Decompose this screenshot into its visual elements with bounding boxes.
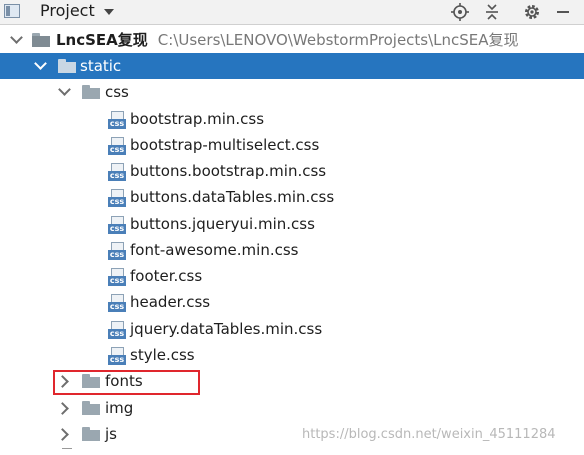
folder-name-img: img — [105, 399, 134, 417]
css-file-icon: css — [108, 347, 126, 365]
project-view-icon — [4, 4, 20, 18]
root-folder-name: LncSEA复现 — [56, 31, 148, 49]
css-file-icon: css — [108, 242, 126, 260]
tree-row-file[interactable]: css buttons.jqueryui.min.css — [0, 211, 584, 237]
chevron-down-icon[interactable] — [9, 27, 23, 53]
tree-row-file[interactable]: css buttons.dataTables.min.css — [0, 184, 584, 210]
css-file-icon: css — [108, 294, 126, 312]
file-name: buttons.bootstrap.min.css — [130, 162, 327, 180]
tree-row-file[interactable]: css bootstrap.min.css — [0, 106, 584, 132]
tree-row-root[interactable]: LncSEA复现 C:\Users\LENOVO\WebstormProjects… — [0, 27, 584, 53]
folder-name-css: css — [105, 83, 129, 101]
tree-row-file[interactable]: css buttons.bootstrap.min.css — [0, 158, 584, 184]
chevron-right-icon[interactable] — [57, 395, 71, 421]
tool-window-title[interactable]: Project — [40, 1, 95, 20]
tree-row-css[interactable]: css — [0, 79, 584, 105]
folder-name-js: js — [105, 425, 117, 443]
project-toolbar: Project — [0, 0, 584, 25]
dropdown-arrow-icon[interactable] — [101, 4, 117, 20]
css-file-icon: css — [108, 268, 126, 286]
tree-row-file[interactable]: css footer.css — [0, 263, 584, 289]
folder-icon — [82, 85, 100, 99]
tree-row-static[interactable]: static — [0, 53, 584, 79]
file-name: font-awesome.min.css — [130, 241, 299, 259]
tree-row-file[interactable]: css header.css — [0, 289, 584, 315]
tree-row-img[interactable]: img — [0, 395, 584, 421]
css-file-icon: css — [108, 137, 126, 155]
locate-target-icon[interactable] — [449, 1, 471, 23]
highlight-annotation-box — [53, 370, 200, 395]
file-name: bootstrap.min.css — [130, 110, 265, 128]
folder-icon — [82, 427, 100, 441]
folder-name-static: static — [80, 57, 122, 75]
chevron-down-icon[interactable] — [57, 79, 71, 105]
tree-row-file[interactable]: css style.css — [0, 342, 584, 368]
root-folder-path: C:\Users\LENOVO\WebstormProjects\LncSEA复… — [157, 31, 519, 49]
file-name: footer.css — [130, 267, 203, 285]
file-name: header.css — [130, 293, 211, 311]
file-name: style.css — [130, 346, 195, 364]
folder-icon — [58, 59, 76, 73]
chevron-right-icon[interactable] — [57, 421, 71, 447]
tree-row-file[interactable]: css font-awesome.min.css — [0, 237, 584, 263]
tree-row-file[interactable]: css jquery.dataTables.min.css — [0, 316, 584, 342]
tree-row-file[interactable]: css bootstrap-multiselect.css — [0, 132, 584, 158]
css-file-icon: css — [108, 321, 126, 339]
folder-icon — [82, 401, 100, 415]
minimize-icon[interactable] — [552, 1, 574, 23]
file-name: jquery.dataTables.min.css — [130, 320, 323, 338]
folder-icon — [32, 33, 50, 47]
file-name: buttons.jqueryui.min.css — [130, 215, 315, 233]
css-file-icon: css — [108, 163, 126, 181]
css-file-icon: css — [108, 189, 126, 207]
css-file-icon: css — [108, 216, 126, 234]
watermark-text: https://blog.csdn.net/weixin_45111284 — [302, 427, 556, 442]
gear-icon[interactable] — [521, 1, 543, 23]
file-name: buttons.dataTables.min.css — [130, 188, 335, 206]
css-file-icon: css — [108, 111, 126, 129]
file-name: bootstrap-multiselect.css — [130, 136, 320, 154]
chevron-down-icon[interactable] — [33, 53, 47, 79]
collapse-all-icon[interactable] — [481, 1, 503, 23]
